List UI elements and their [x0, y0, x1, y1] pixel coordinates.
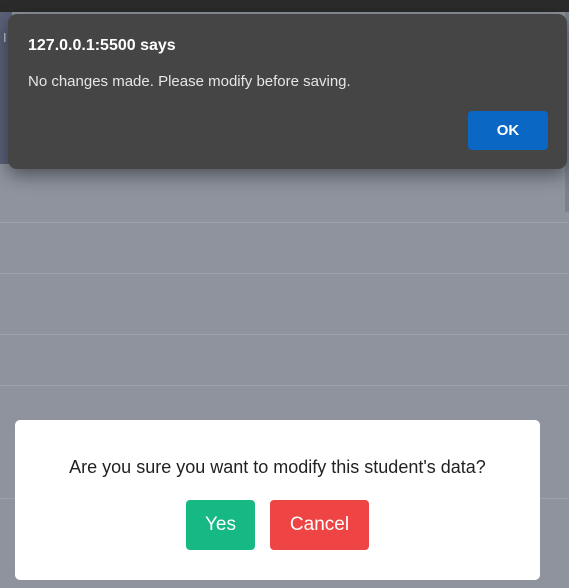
- background-table-divider: [0, 334, 569, 335]
- yes-button[interactable]: Yes: [186, 500, 255, 550]
- background-table-divider: [0, 385, 569, 386]
- browser-viewport: I 127.0.0.1:5500 says No changes made. P…: [0, 0, 569, 588]
- background-page-text: I: [3, 30, 7, 45]
- confirm-message: Are you sure you want to modify this stu…: [69, 457, 486, 477]
- confirm-modal: Are you sure you want to modify this stu…: [15, 420, 540, 580]
- alert-title: 127.0.0.1:5500 says: [28, 37, 176, 54]
- alert-ok-button[interactable]: OK: [468, 111, 548, 150]
- alert-message: No changes made. Please modify before sa…: [28, 73, 351, 90]
- browser-top-strip: [0, 0, 569, 12]
- background-table-divider: [0, 273, 569, 274]
- background-table-divider: [0, 222, 569, 223]
- cancel-button[interactable]: Cancel: [270, 500, 369, 550]
- browser-alert-dialog: 127.0.0.1:5500 says No changes made. Ple…: [8, 14, 567, 169]
